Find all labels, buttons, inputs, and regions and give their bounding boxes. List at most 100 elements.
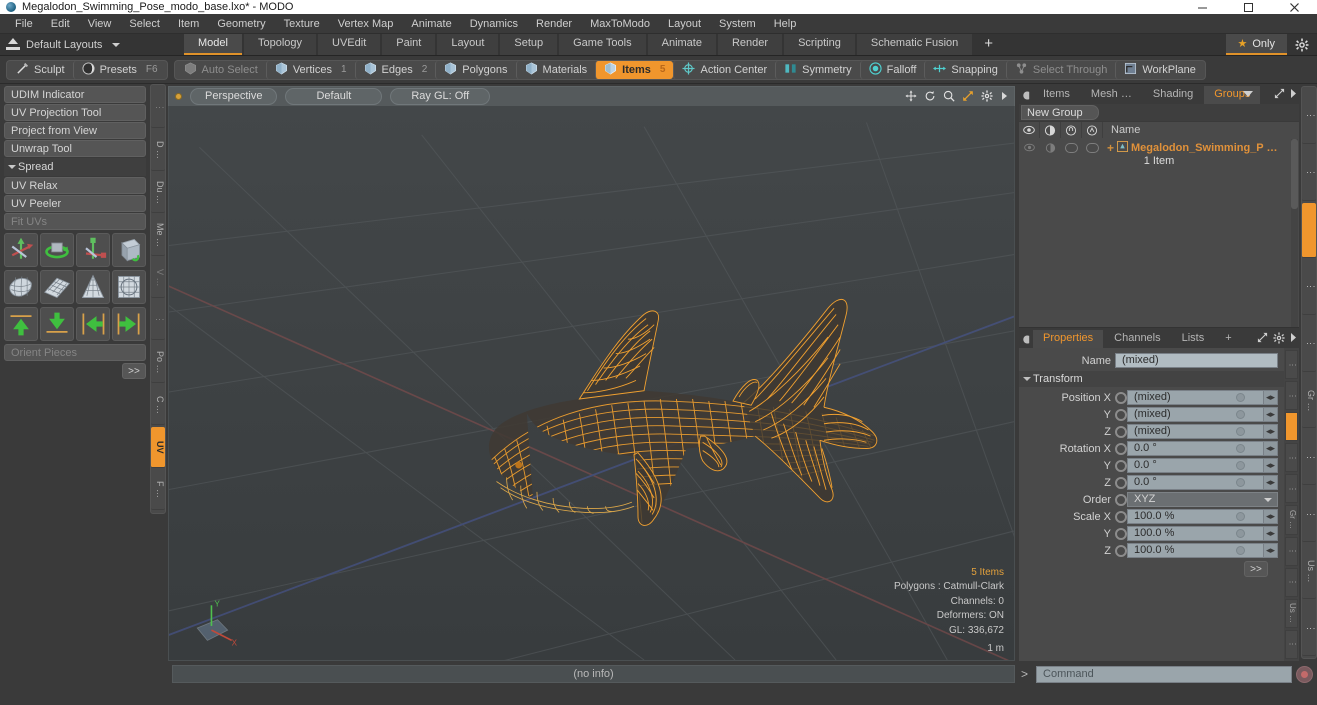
layout-tab-topology[interactable]: Topology	[243, 34, 317, 55]
uv-tool-udim-indicator[interactable]: UDIM Indicator	[4, 86, 146, 103]
uv-flat-grid-icon[interactable]	[40, 270, 74, 304]
rotation-order-select[interactable]: XYZ	[1127, 492, 1278, 507]
row-render-toggle[interactable]	[1040, 138, 1061, 157]
field-input[interactable]: 100.0 %	[1127, 543, 1264, 558]
menu-item-layout[interactable]: Layout	[659, 14, 710, 34]
properties-side-tab-9[interactable]: ⋮	[1285, 629, 1298, 659]
uv-align-right-icon[interactable]	[112, 307, 146, 341]
minimize-icon[interactable]	[1179, 0, 1225, 14]
field-stepper[interactable]: ◂▸	[1264, 424, 1278, 439]
menu-item-help[interactable]: Help	[765, 14, 806, 34]
only-toggle[interactable]: ★ Only	[1225, 34, 1287, 55]
right-edge-tab-5[interactable]: Gr …	[1302, 373, 1316, 429]
properties-more-button[interactable]: >>	[1244, 561, 1268, 577]
uv-tool-uv-projection-tool[interactable]: UV Projection Tool	[4, 104, 146, 121]
add-layout-tab-button[interactable]: +	[974, 34, 1003, 55]
tool-vertices[interactable]: Vertices 1	[265, 60, 355, 79]
left-vtab-8[interactable]: UV	[151, 427, 165, 468]
right-edge-tab-3[interactable]: ⋮	[1302, 259, 1316, 315]
uv-align-down-icon[interactable]	[40, 307, 74, 341]
viewport-options-gear-icon[interactable]	[981, 89, 993, 105]
uv-tool-orient-pieces[interactable]: Orient Pieces	[4, 344, 146, 361]
properties-side-tab-5[interactable]: Gr …	[1285, 505, 1298, 535]
right-edge-tab-6[interactable]: ⋮	[1302, 430, 1316, 486]
tab-lists[interactable]: Lists	[1171, 330, 1215, 348]
layout-tab-uvedit[interactable]: UVEdit	[318, 34, 381, 55]
uv-fit-icon[interactable]	[4, 270, 38, 304]
field-stepper[interactable]: ◂▸	[1264, 543, 1278, 558]
field-input[interactable]: 0.0 °	[1127, 458, 1264, 473]
field-key-toggle[interactable]	[1115, 408, 1127, 421]
tool-falloff[interactable]: Falloff	[859, 60, 925, 79]
properties-side-tab-6[interactable]: ⋮	[1285, 536, 1298, 566]
expand-panel-icon[interactable]	[1257, 332, 1268, 346]
properties-side-tab-7[interactable]: ⋮	[1285, 567, 1298, 597]
field-key-toggle[interactable]	[1115, 459, 1127, 472]
viewport-projection-selector[interactable]: Perspective	[190, 88, 278, 105]
layout-tab-game-tools[interactable]: Game Tools	[559, 34, 646, 55]
tool-materials[interactable]: Materials	[515, 60, 596, 79]
menu-item-texture[interactable]: Texture	[275, 14, 329, 34]
menu-item-file[interactable]: File	[6, 14, 42, 34]
list-scrollbar[interactable]	[1291, 139, 1298, 327]
select-icon[interactable]	[1082, 121, 1103, 139]
right-edge-tab-7[interactable]: ⋮	[1302, 487, 1316, 543]
layout-tab-schematic-fusion[interactable]: Schematic Fusion	[856, 34, 973, 55]
right-edge-tab-8[interactable]: Us …	[1302, 544, 1316, 600]
field-input[interactable]: (mixed)	[1127, 407, 1264, 422]
right-edge-tab-1[interactable]: ⋮	[1302, 145, 1316, 201]
field-stepper[interactable]: ◂▸	[1264, 509, 1278, 524]
uv-panel-more-button[interactable]: >>	[122, 363, 146, 379]
menu-item-select[interactable]: Select	[120, 14, 169, 34]
field-input[interactable]: 0.0 °	[1127, 475, 1264, 490]
tool-select-through[interactable]: Select Through	[1005, 60, 1115, 79]
left-vtab-7[interactable]: C …	[151, 384, 165, 426]
tab-add-properties[interactable]: +	[1215, 330, 1242, 348]
tool-action-center[interactable]: Action Center	[673, 60, 775, 79]
pan-icon[interactable]	[905, 89, 917, 105]
tool-snapping[interactable]: Snapping	[924, 60, 1006, 79]
menu-item-vertex-map[interactable]: Vertex Map	[329, 14, 403, 34]
tool-sculpt[interactable]: Sculpt	[8, 61, 73, 79]
left-vtab-3[interactable]: Me …	[151, 215, 165, 256]
layout-tab-model[interactable]: Model	[184, 34, 242, 55]
tab-shading[interactable]: Shading	[1142, 86, 1204, 104]
layout-selector[interactable]: Default Layouts	[0, 34, 184, 55]
menu-item-geometry[interactable]: Geometry	[208, 14, 274, 34]
tool-edges[interactable]: Edges 2	[354, 60, 436, 79]
left-vtab-6[interactable]: Po …	[151, 342, 165, 383]
maximize-icon[interactable]	[1225, 0, 1271, 14]
properties-side-tab-1[interactable]: ⋮	[1285, 381, 1298, 411]
gear-icon[interactable]	[1273, 331, 1285, 347]
properties-side-tab-3[interactable]: ⋮	[1285, 443, 1298, 473]
command-input[interactable]: Command	[1036, 665, 1292, 683]
tool-items[interactable]: Items 5	[595, 60, 674, 79]
uv-sphere-grid-icon[interactable]	[112, 270, 146, 304]
layout-tab-paint[interactable]: Paint	[382, 34, 436, 55]
uv-tool-fit-uvs[interactable]: Fit UVs	[4, 213, 146, 230]
group-item-row[interactable]: + Megalodon_Swimming_P …	[1103, 140, 1278, 155]
uv-rotate-icon[interactable]	[40, 233, 74, 267]
panel-menu-dot-icon[interactable]	[1019, 86, 1033, 104]
field-key-toggle[interactable]	[1115, 442, 1127, 455]
expand-panel-icon[interactable]	[1274, 88, 1285, 102]
tab-mesh[interactable]: Mesh …	[1080, 86, 1142, 104]
uv-tool-uv-peeler[interactable]: UV Peeler	[4, 195, 146, 212]
viewport-raygl-selector[interactable]: Ray GL: Off	[390, 88, 491, 105]
panel-arrow-icon[interactable]	[1290, 89, 1297, 101]
close-icon[interactable]	[1271, 0, 1317, 14]
field-input[interactable]: (mixed)	[1127, 390, 1264, 405]
menu-item-maxtomodo[interactable]: MaxToModo	[581, 14, 659, 34]
layout-tab-scripting[interactable]: Scripting	[784, 34, 855, 55]
field-key-toggle[interactable]	[1115, 391, 1127, 404]
layout-tab-animate[interactable]: Animate	[647, 34, 716, 55]
uv-tool-project-from-view[interactable]: Project from View	[4, 122, 146, 139]
field-stepper[interactable]: ◂▸	[1264, 390, 1278, 405]
field-input[interactable]: 100.0 %	[1127, 526, 1264, 541]
row-visibility-toggle[interactable]	[1019, 138, 1040, 157]
field-key-toggle[interactable]	[1115, 425, 1127, 438]
uv-tool-unwrap-tool[interactable]: Unwrap Tool	[4, 140, 146, 157]
field-key-toggle[interactable]	[1115, 476, 1127, 489]
panel-arrow-icon[interactable]	[1290, 333, 1297, 345]
tool-workplane[interactable]: WorkPlane	[1115, 60, 1204, 79]
